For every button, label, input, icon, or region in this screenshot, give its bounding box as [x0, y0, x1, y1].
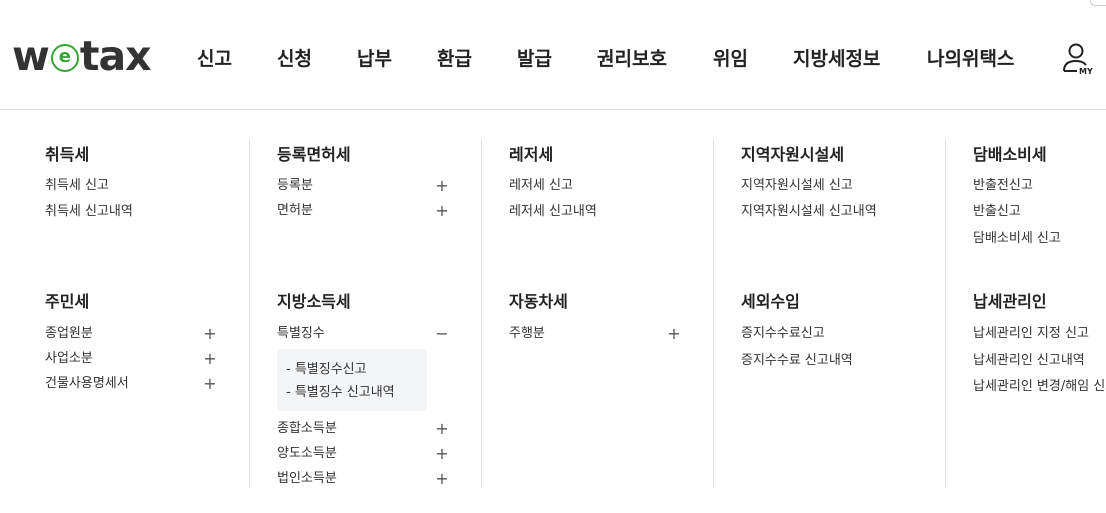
category-registration-license-tax[interactable]: 등록면허세: [277, 145, 351, 165]
expand-plus-icon[interactable]: +: [435, 178, 449, 194]
logo-tax: tax: [79, 32, 152, 80]
menu-item[interactable]: 종업원분: [45, 326, 93, 342]
menu-item[interactable]: 납세관리인 지정 신고: [973, 326, 1089, 342]
menu-item[interactable]: 취득세 신고내역: [45, 204, 133, 220]
menu-item[interactable]: 법인소득분: [277, 471, 337, 487]
submenu-item[interactable]: - 특별징수 신고내역: [286, 385, 395, 401]
menu-item[interactable]: 증지수수료 신고내역: [741, 353, 853, 369]
mega-menu: 취득세 취득세 신고 취득세 신고내역 주민세 종업원분 + 사업소분 + 건물…: [0, 110, 1106, 513]
category-regional-resource-tax[interactable]: 지역자원시설세: [741, 145, 844, 165]
column-divider: [713, 140, 714, 488]
menu-item[interactable]: 반출전신고: [973, 178, 1033, 194]
my-label: MY: [1079, 67, 1093, 76]
site-header: w e tax 신고 신청 납부 환급 발급 권리보호 위임 지방세정보 나의위…: [0, 0, 1106, 110]
category-non-tax-revenue[interactable]: 세외수입: [741, 292, 800, 312]
nav-rights[interactable]: 권리보호: [597, 46, 667, 72]
expand-plus-icon[interactable]: +: [203, 351, 217, 367]
menu-item[interactable]: 납세관리인 변경/해임 신고: [973, 379, 1106, 395]
menu-item[interactable]: 지역자원시설세 신고내역: [741, 204, 877, 220]
menu-item[interactable]: 취득세 신고: [45, 178, 109, 194]
nav-apply[interactable]: 신청: [277, 46, 312, 72]
nav-refund[interactable]: 환급: [437, 46, 472, 72]
menu-item[interactable]: 면허분: [277, 203, 313, 219]
nav-issue[interactable]: 발급: [517, 46, 552, 72]
nav-pay[interactable]: 납부: [357, 46, 392, 72]
my-page-button[interactable]: MY: [1060, 40, 1094, 76]
menu-item[interactable]: 등록분: [277, 178, 313, 194]
nav-local-tax-info[interactable]: 지방세정보: [793, 46, 880, 72]
expand-plus-icon[interactable]: +: [435, 203, 449, 219]
submenu-item[interactable]: - 특별징수신고: [286, 362, 367, 378]
category-tax-administrator[interactable]: 납세관리인: [973, 292, 1047, 312]
category-leisure-tax[interactable]: 레저세: [509, 145, 553, 165]
menu-item[interactable]: 주행분: [509, 326, 545, 342]
menu-item[interactable]: 반출신고: [973, 204, 1021, 220]
expand-plus-icon[interactable]: +: [203, 376, 217, 392]
nav-my-wetax[interactable]: 나의위택스: [927, 46, 1014, 72]
expand-plus-icon[interactable]: +: [435, 446, 449, 462]
menu-item[interactable]: 레저세 신고: [509, 178, 573, 194]
category-automobile-tax[interactable]: 자동차세: [509, 292, 568, 312]
submenu-panel: - 특별징수신고 - 특별징수 신고내역: [277, 349, 427, 411]
collapse-minus-icon[interactable]: −: [435, 326, 449, 342]
expand-plus-icon[interactable]: +: [203, 326, 217, 342]
column-divider: [945, 140, 946, 488]
menu-item[interactable]: 담배소비세 신고: [973, 231, 1061, 247]
menu-item[interactable]: 레저세 신고내역: [509, 204, 597, 220]
menu-item[interactable]: 양도소득분: [277, 446, 337, 462]
menu-item[interactable]: 특별징수: [277, 326, 325, 342]
menu-item[interactable]: 증지수수료신고: [741, 326, 825, 342]
logo-e: e: [50, 44, 79, 72]
category-acquisition-tax[interactable]: 취득세: [45, 145, 89, 165]
expand-plus-icon[interactable]: +: [435, 421, 449, 437]
menu-item[interactable]: 건물사용명세서: [45, 376, 129, 392]
top-corner-button[interactable]: [1090, 0, 1106, 6]
expand-plus-icon[interactable]: +: [667, 326, 681, 342]
expand-plus-icon[interactable]: +: [435, 471, 449, 487]
column-divider: [249, 140, 250, 488]
category-tobacco-tax[interactable]: 담배소비세: [973, 145, 1047, 165]
menu-item[interactable]: 종합소득분: [277, 421, 337, 437]
wetax-logo[interactable]: w e tax: [12, 32, 152, 80]
nav-report[interactable]: 신고: [197, 46, 232, 72]
logo-w: w: [12, 32, 50, 80]
menu-item[interactable]: 사업소분: [45, 351, 93, 367]
column-divider: [481, 140, 482, 488]
menu-item[interactable]: 지역자원시설세 신고: [741, 178, 853, 194]
nav-delegate[interactable]: 위임: [713, 46, 748, 72]
category-local-income-tax[interactable]: 지방소득세: [277, 292, 351, 312]
menu-item[interactable]: 납세관리인 신고내역: [973, 353, 1085, 369]
user-icon: MY: [1063, 43, 1093, 76]
category-resident-tax[interactable]: 주민세: [45, 292, 89, 312]
